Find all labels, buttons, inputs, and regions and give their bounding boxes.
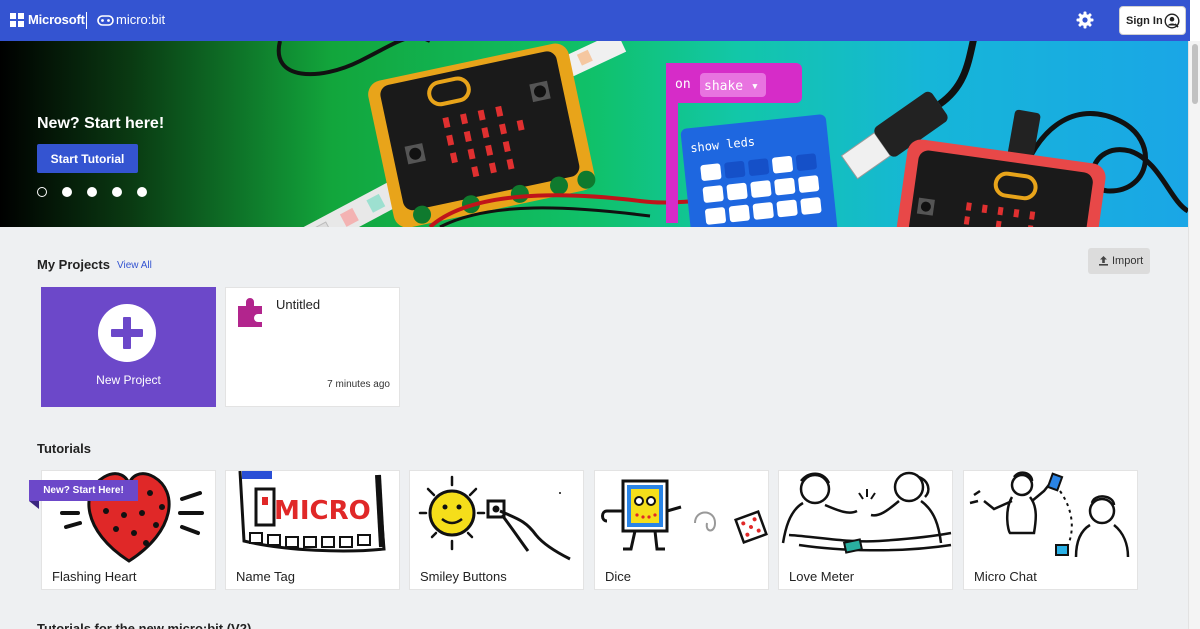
- hero-illustration: on shake ▾ show leds: [0, 41, 1188, 227]
- project-name: Untitled: [276, 297, 321, 312]
- user-circle-icon: [1164, 13, 1180, 29]
- import-label: Import: [1112, 255, 1144, 267]
- view-all-link[interactable]: View All: [117, 260, 152, 271]
- carousel-dot-1[interactable]: [37, 187, 47, 197]
- tutorial-card-name-tag[interactable]: MICRO Name Tag: [225, 470, 400, 590]
- tutorial-card-smiley-buttons[interactable]: Smiley Buttons: [409, 470, 584, 590]
- tutorial-card-love-meter[interactable]: Love Meter: [778, 470, 953, 590]
- svg-text:on: on: [675, 77, 691, 92]
- smiley-buttons-illustration: [418, 475, 571, 561]
- sign-in-button[interactable]: Sign In: [1119, 6, 1186, 35]
- tutorials-title: Tutorials: [37, 441, 91, 456]
- upload-icon: [1099, 256, 1108, 266]
- carousel-dot-4[interactable]: [112, 187, 122, 197]
- hero-title: New? Start here!: [37, 115, 165, 132]
- carousel-dot-3[interactable]: [87, 187, 97, 197]
- dice-illustration: [601, 479, 768, 551]
- new-project-card[interactable]: New Project: [41, 287, 216, 407]
- tutorial-label: Flashing Heart: [52, 569, 137, 584]
- brand-divider: [86, 12, 87, 29]
- micro-chat-illustration: [969, 471, 1130, 558]
- next-section-title: Tutorials for the new micro:bit (V2): [37, 621, 252, 629]
- import-button[interactable]: Import: [1088, 248, 1150, 274]
- microsoft-brand[interactable]: Microsoft: [28, 12, 85, 27]
- new-start-here-badge: New? Start Here!: [29, 480, 138, 501]
- svg-text:MICRO: MICRO: [274, 496, 371, 526]
- new-project-label: New Project: [96, 373, 161, 387]
- sign-in-label: Sign In: [1126, 15, 1163, 27]
- tutorial-label: Micro Chat: [974, 569, 1037, 584]
- carousel-dot-2[interactable]: [62, 187, 72, 197]
- project-card[interactable]: Untitled 7 minutes ago: [225, 287, 400, 407]
- microbit-brand[interactable]: micro:bit: [116, 12, 165, 27]
- start-tutorial-button[interactable]: Start Tutorial: [37, 144, 138, 173]
- name-tag-illustration: MICRO: [238, 471, 386, 553]
- microbit-logo-icon: [97, 15, 114, 26]
- carousel-dots: [37, 187, 147, 197]
- tutorial-label: Name Tag: [236, 569, 296, 584]
- my-projects-title: My Projects: [37, 257, 110, 272]
- scrollbar-thumb[interactable]: [1192, 44, 1198, 104]
- gear-icon[interactable]: [1075, 10, 1095, 30]
- tutorial-label: Smiley Buttons: [420, 569, 507, 584]
- svg-text:shake ▾: shake ▾: [704, 79, 759, 94]
- tutorial-card-micro-chat[interactable]: Micro Chat: [963, 470, 1138, 590]
- scrollbar-top: [1190, 0, 1200, 41]
- tutorial-label: Dice: [605, 569, 632, 584]
- project-timestamp: 7 minutes ago: [327, 379, 390, 390]
- scrollbar[interactable]: [1188, 41, 1200, 629]
- tutorial-label: Love Meter: [789, 569, 855, 584]
- carousel-dot-5[interactable]: [137, 187, 147, 197]
- tutorial-card-dice[interactable]: Dice: [594, 470, 769, 590]
- puzzle-piece-icon: [238, 298, 262, 327]
- hero-banner: on shake ▾ show leds New? Start here! St…: [0, 41, 1188, 227]
- top-bar: Microsoft micro:bit Sign In: [0, 0, 1200, 41]
- love-meter-illustration: [781, 471, 952, 554]
- badge-fold: [29, 501, 39, 509]
- microsoft-logo-icon: [10, 13, 24, 27]
- plus-icon: [98, 304, 156, 362]
